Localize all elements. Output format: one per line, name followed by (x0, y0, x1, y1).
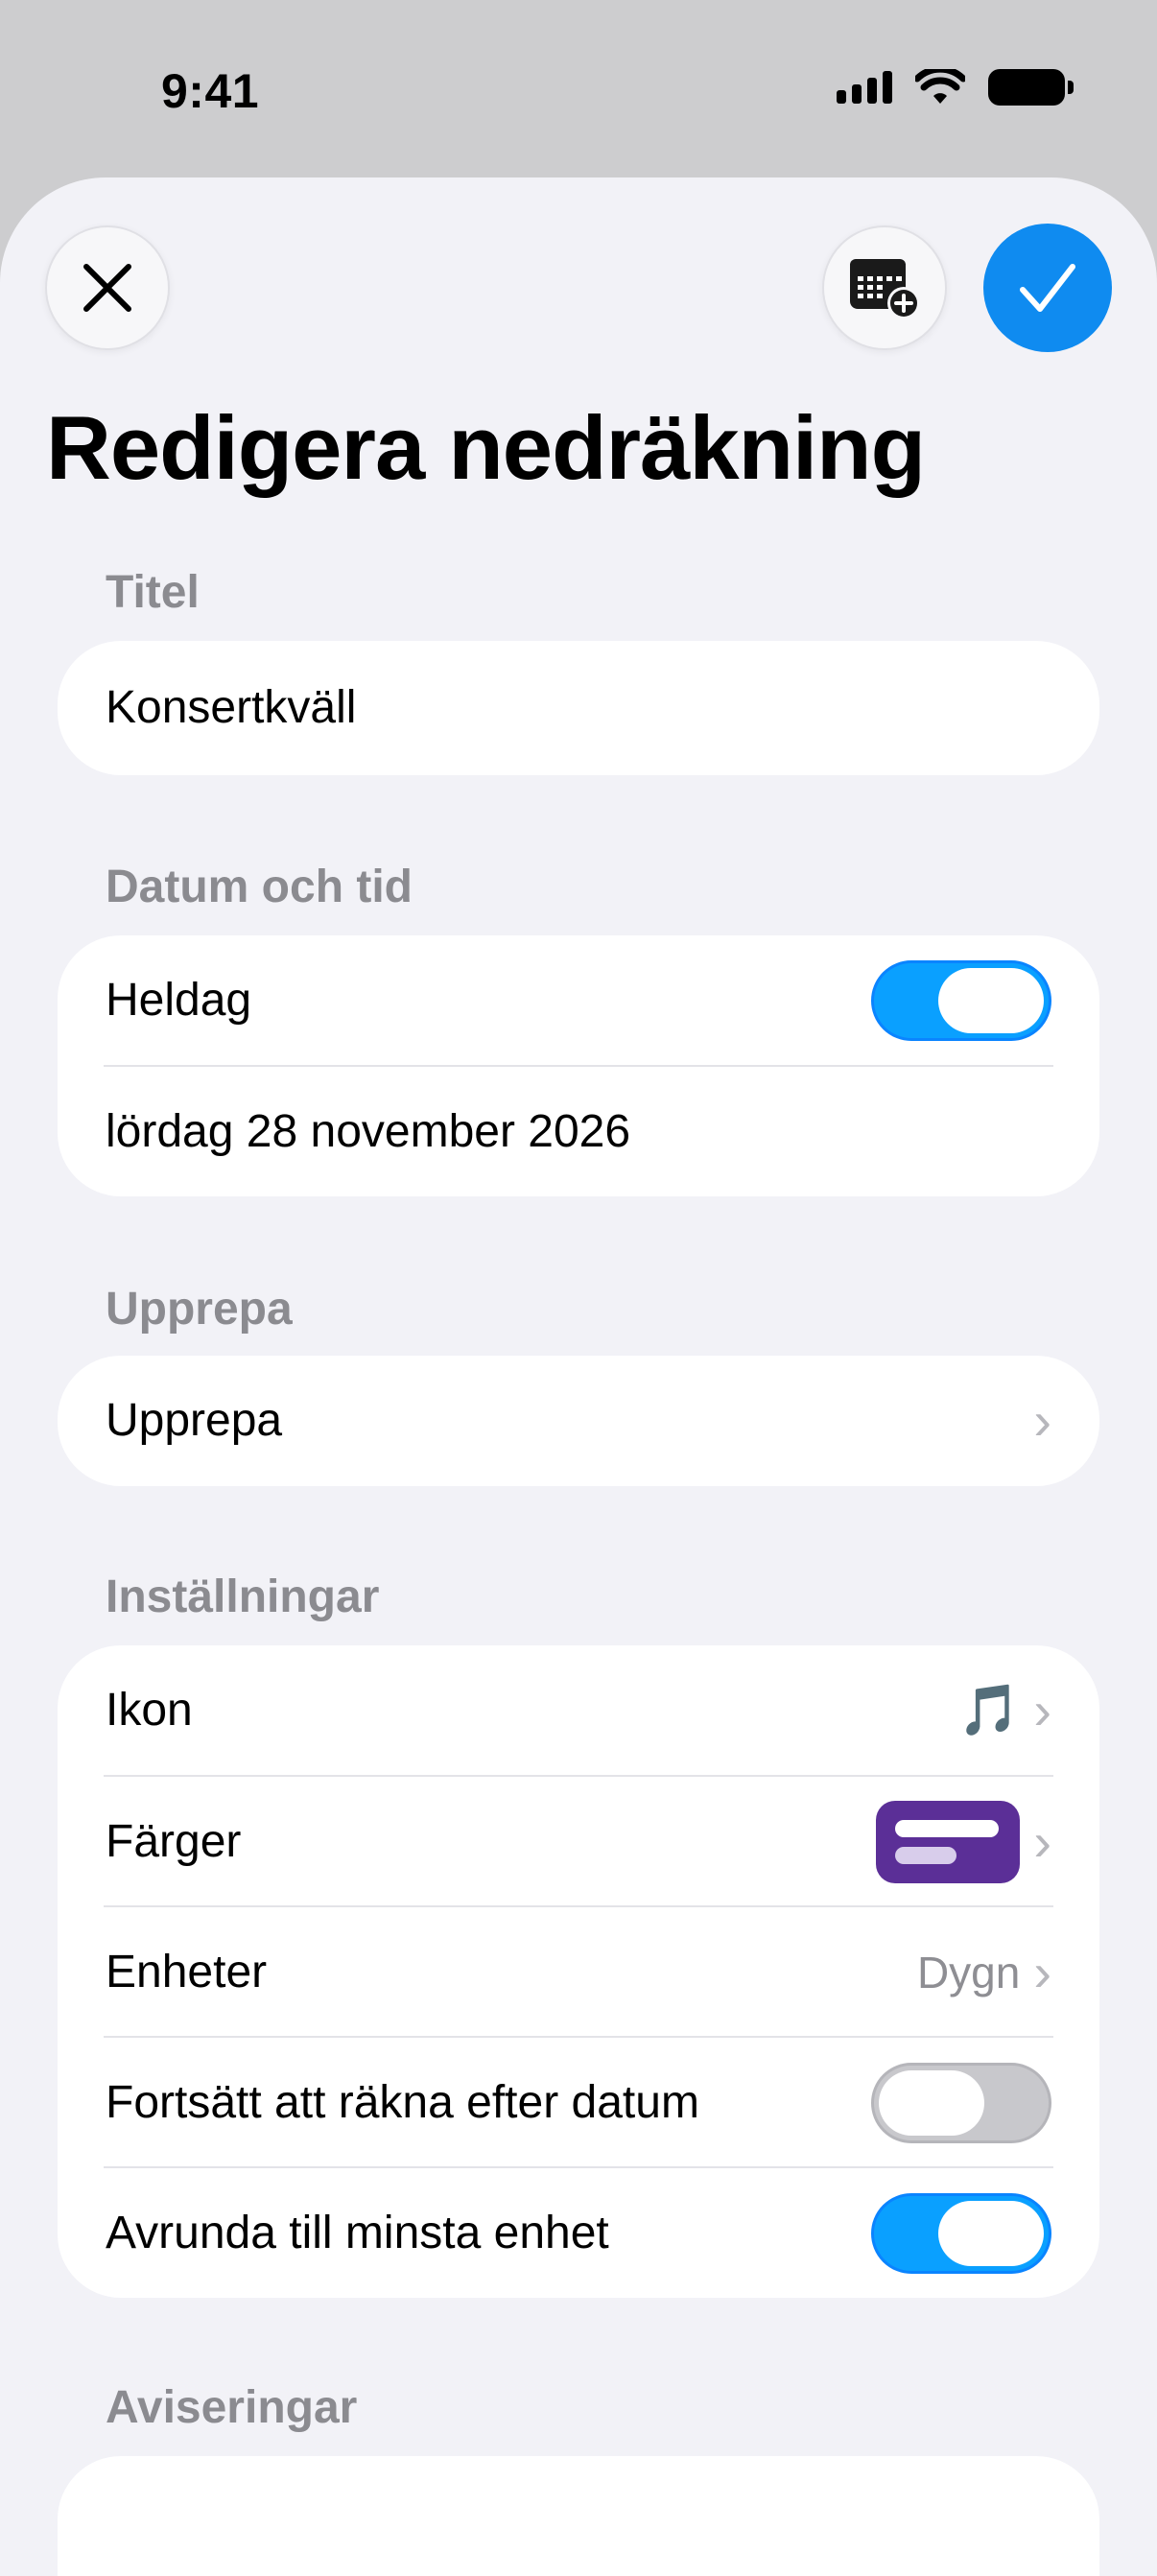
section-label-repeat: Upprepa (106, 1284, 293, 1335)
add-to-calendar-button[interactable] (822, 225, 947, 350)
continue-label: Fortsätt att räkna efter datum (106, 2077, 699, 2128)
units-value: Dygn (916, 1947, 1021, 1997)
date-value[interactable]: lördag 28 november 2026 (106, 1105, 1051, 1158)
battery-icon (988, 69, 1074, 106)
icon-row[interactable]: Ikon 🎵 › (106, 1645, 1051, 1775)
repeat-label: Upprepa (106, 1395, 283, 1446)
edit-sheet: Redigera nedräkning Titel Konsertkväll D… (0, 177, 1157, 2576)
colors-label: Färger (106, 1816, 242, 1867)
chevron-right-icon: › (1033, 1810, 1051, 1872)
status-time: 9:41 (161, 64, 260, 118)
music-note-icon: 🎵 (957, 1683, 1021, 1738)
chevron-right-icon: › (1033, 1941, 1051, 2002)
section-label-title: Titel (106, 567, 200, 618)
color-swatch (876, 1800, 1021, 1883)
continue-toggle[interactable] (871, 2062, 1051, 2143)
allday-label: Heldag (106, 975, 252, 1026)
calendar-add-icon (850, 259, 920, 319)
swatch-bar (895, 1846, 957, 1864)
toggle-knob (938, 2200, 1044, 2266)
icon-label: Ikon (106, 1685, 193, 1736)
date-row[interactable]: lördag 28 november 2026 (106, 1067, 1051, 1196)
close-button[interactable] (45, 225, 170, 350)
repeat-card: Upprepa › (58, 1356, 1099, 1486)
section-label-datetime: Datum och tid (106, 862, 413, 912)
done-button[interactable] (983, 224, 1112, 352)
title-input-value[interactable]: Konsertkväll (106, 681, 1051, 734)
title-input[interactable]: Konsertkväll (106, 643, 1051, 772)
datetime-card: Heldag lördag 28 november 2026 (58, 935, 1099, 1196)
settings-card: Ikon 🎵 › Färger › Enheter Dygn › Fortsät… (58, 1645, 1099, 2298)
colors-row[interactable]: Färger › (106, 1777, 1051, 1906)
continue-row: Fortsätt att räkna efter datum (106, 2038, 1051, 2167)
swatch-bar (895, 1819, 1000, 1837)
wifi-icon (915, 69, 965, 104)
round-row: Avrunda till minsta enhet (106, 2168, 1051, 2298)
allday-row: Heldag (106, 935, 1051, 1065)
toggle-knob (938, 967, 1044, 1033)
notifications-card (58, 2456, 1099, 2576)
section-label-notifications: Aviseringar (106, 2382, 358, 2433)
units-row[interactable]: Enheter Dygn › (106, 1907, 1051, 2037)
section-label-settings: Inställningar (106, 1572, 380, 1622)
title-card: Konsertkväll (58, 641, 1099, 775)
round-label: Avrunda till minsta enhet (106, 2208, 609, 2258)
close-icon (83, 264, 131, 312)
round-toggle[interactable] (871, 2192, 1051, 2274)
toggle-knob (879, 2069, 984, 2136)
chevron-right-icon: › (1033, 1389, 1051, 1451)
checkmark-icon (1020, 264, 1075, 312)
allday-toggle[interactable] (871, 959, 1051, 1041)
units-label: Enheter (106, 1947, 268, 1997)
cellular-signal-icon (837, 71, 892, 104)
page-title: Redigera nedräkning (46, 397, 926, 498)
repeat-row[interactable]: Upprepa › (106, 1356, 1051, 1485)
status-icons (837, 69, 1074, 106)
chevron-right-icon: › (1033, 1679, 1051, 1740)
